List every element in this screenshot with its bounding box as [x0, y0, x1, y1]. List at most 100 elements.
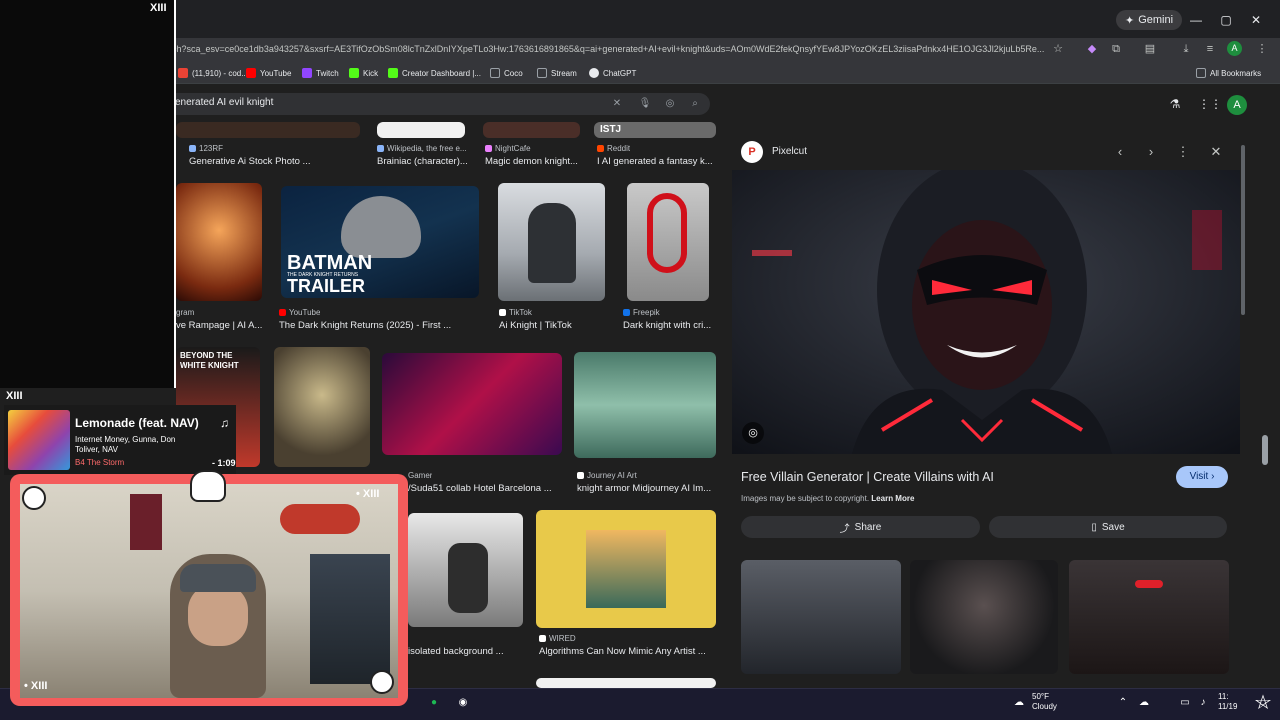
result-source: NightCafe: [485, 144, 531, 153]
result-image[interactable]: [627, 183, 709, 301]
maximize-icon[interactable]: ▢: [1214, 10, 1238, 30]
result-image[interactable]: [274, 347, 370, 467]
result-image[interactable]: [536, 678, 716, 688]
result-image[interactable]: [498, 183, 605, 301]
bookmark-icon: ▯: [1091, 521, 1097, 533]
chevron-up-icon[interactable]: ⌃: [1116, 696, 1130, 710]
related-image[interactable]: [741, 560, 901, 674]
clear-icon[interactable]: ✕: [609, 96, 625, 112]
lens-search-icon[interactable]: ◎: [742, 422, 764, 444]
learn-more-link[interactable]: Learn More: [871, 494, 914, 503]
result-image[interactable]: [408, 513, 523, 627]
result-caption[interactable]: ve Rampage | AI A...: [176, 320, 266, 331]
related-image[interactable]: [1069, 560, 1229, 674]
preview-title[interactable]: Free Villain Generator | Create Villains…: [741, 470, 994, 484]
reading-list-icon[interactable]: ≡: [1200, 40, 1220, 58]
extension-icon[interactable]: ◆: [1082, 40, 1102, 58]
result-caption[interactable]: Magic demon knight...: [485, 156, 585, 167]
song-time: - 1:09: [212, 458, 236, 468]
result-image[interactable]: [536, 510, 716, 628]
result-source: Freepik: [623, 308, 660, 317]
result-caption[interactable]: /Suda51 collab Hotel Barcelona ...: [408, 483, 558, 494]
youtube-icon: [246, 68, 256, 78]
share-button[interactable]: ⤴ Share: [741, 516, 980, 538]
result-image[interactable]: ISTJ: [594, 122, 716, 138]
result-caption[interactable]: I AI generated a fantasy k...: [597, 156, 716, 167]
folder-icon: [1196, 68, 1206, 78]
volume-icon[interactable]: ♪: [1196, 696, 1210, 710]
chatgpt-icon: [589, 68, 599, 78]
more-options-icon[interactable]: ⋮: [1172, 142, 1194, 162]
bookmark-item[interactable]: ChatGPT: [589, 66, 636, 80]
webcam-feed: [20, 484, 398, 698]
extensions-puzzle-icon[interactable]: ⧉: [1106, 40, 1126, 58]
all-bookmarks[interactable]: All Bookmarks: [1196, 66, 1261, 80]
freepik-icon: [623, 309, 630, 316]
poster: [130, 494, 162, 550]
result-caption[interactable]: Algorithms Can Now Mimic Any Artist ...: [539, 646, 716, 657]
bookmark-item[interactable]: Twitch: [302, 66, 339, 80]
next-icon[interactable]: ›: [1140, 142, 1162, 162]
result-image[interactable]: [176, 122, 360, 138]
labs-flask-icon[interactable]: ⚗: [1166, 95, 1184, 113]
related-image[interactable]: [910, 560, 1058, 674]
taskbar-clock[interactable]: 11: 11/19: [1218, 692, 1237, 712]
apps-grid-icon[interactable]: ⋮⋮: [1198, 95, 1222, 113]
sidebar-icon[interactable]: ▤: [1140, 40, 1160, 58]
browser-titlebar: [0, 0, 1280, 38]
microphone-icon[interactable]: 🎙: [637, 96, 653, 112]
weather-widget[interactable]: 50°F Cloudy: [1032, 692, 1057, 712]
bookmark-item[interactable]: (11,910) - cod...: [178, 66, 248, 80]
brand-mark: XIII: [6, 390, 23, 402]
address-bar[interactable]: ch?sca_esv=ce0ce1db3a943257&sxsrf=AE3Tif…: [172, 38, 1072, 60]
result-caption[interactable]: Generative Ai Stock Photo ...: [189, 156, 369, 167]
site-name[interactable]: Pixelcut: [772, 146, 807, 157]
menu-kebab-icon[interactable]: ⋮: [1252, 40, 1272, 58]
result-image[interactable]: [176, 183, 262, 301]
lens-icon[interactable]: ◎: [662, 96, 678, 112]
result-caption[interactable]: The Dark Knight Returns (2025) - First .…: [279, 320, 479, 331]
result-image[interactable]: [574, 352, 716, 458]
folder-icon: [537, 68, 547, 78]
gemini-label: Gemini: [1138, 14, 1174, 26]
result-caption[interactable]: isolated background ...: [408, 646, 518, 657]
cloud-sync-icon[interactable]: ☁: [1137, 696, 1151, 710]
bookmark-item[interactable]: YouTube: [246, 66, 291, 80]
bookmark-item[interactable]: Creator Dashboard |...: [388, 66, 481, 80]
gemini-button[interactable]: ✦ Gemini: [1116, 10, 1183, 30]
result-source: gram: [176, 308, 195, 317]
close-panel-icon[interactable]: ✕: [1205, 142, 1227, 162]
network-icon[interactable]: ▭: [1178, 696, 1192, 710]
preview-image[interactable]: [732, 170, 1240, 454]
bookmark-item[interactable]: Coco: [490, 66, 523, 80]
twitch-icon: [302, 68, 312, 78]
previous-icon[interactable]: ‹: [1109, 142, 1131, 162]
search-icon[interactable]: ⌕: [687, 96, 703, 112]
visit-button[interactable]: Visit ›: [1176, 466, 1228, 488]
villain-artwork: [732, 170, 1240, 454]
save-button[interactable]: ▯ Save: [989, 516, 1227, 538]
account-avatar[interactable]: A: [1227, 95, 1247, 115]
result-caption[interactable]: knight armor Midjourney AI Im...: [577, 483, 716, 494]
result-caption[interactable]: Ai Knight | TikTok: [499, 320, 609, 331]
result-image[interactable]: [483, 122, 580, 138]
spotify-icon[interactable]: ●: [427, 696, 441, 710]
result-image[interactable]: BATMAN THE DARK KNIGHT RETURNS TRAILER: [281, 186, 479, 298]
result-source: WIRED: [539, 634, 576, 643]
close-window-icon[interactable]: ✕: [1244, 10, 1268, 30]
app-icon[interactable]: ◉: [456, 696, 470, 710]
favicon-icon: [485, 145, 492, 152]
bookmark-star-icon[interactable]: ☆: [1048, 40, 1068, 58]
panel-scrollbar[interactable]: [1241, 145, 1245, 315]
profile-avatar[interactable]: A: [1227, 41, 1242, 56]
result-caption[interactable]: Brainiac (character)...: [377, 156, 477, 167]
result-caption[interactable]: Dark knight with cri...: [623, 320, 716, 331]
bookmark-item[interactable]: Kick: [349, 66, 378, 80]
download-icon[interactable]: ⤓: [1176, 40, 1196, 58]
minimize-icon[interactable]: —: [1184, 10, 1208, 30]
result-image[interactable]: [382, 353, 562, 455]
result-image[interactable]: [377, 122, 465, 138]
search-query: enerated AI evil knight: [175, 97, 274, 108]
bookmark-item[interactable]: Stream: [537, 66, 577, 80]
page-scrollbar[interactable]: [1262, 435, 1268, 465]
